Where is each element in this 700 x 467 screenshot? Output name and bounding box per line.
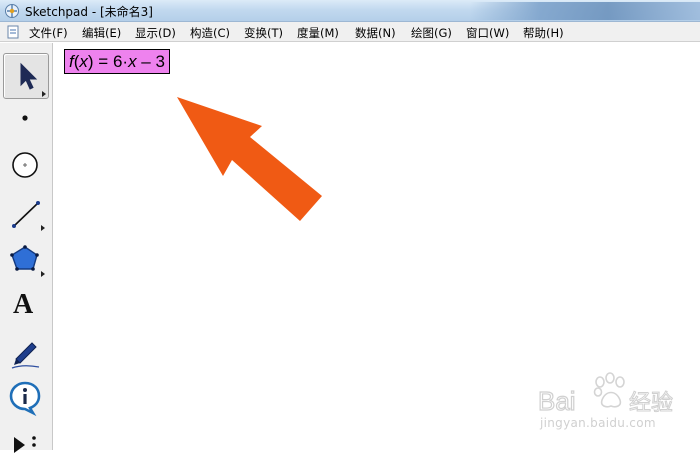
svg-text:Bai: Bai [538,386,576,416]
svg-text:经验: 经验 [629,391,673,416]
watermark-url: jingyan.baidu.com [540,416,656,430]
